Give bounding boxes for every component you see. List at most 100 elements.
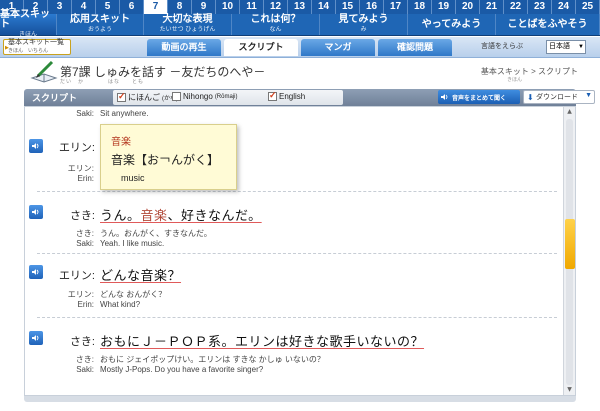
kana-line: おもに ジェイポップけい。エリンは すきな かしゅ いないの？ xyxy=(100,355,325,364)
lesson-number-14[interactable]: 14 xyxy=(312,0,336,14)
highlighted-word[interactable]: 音楽 xyxy=(141,209,168,224)
lesson-number-8[interactable]: 8 xyxy=(168,0,192,14)
line-audio-button[interactable] xyxy=(29,265,43,279)
skit-list-button[interactable]: ▶ 基本スキット一覧 きほん いちらん xyxy=(3,39,71,55)
scroll-up-icon[interactable]: ▲ xyxy=(564,107,575,117)
play-all-audio-label: 音声をまとめて聞く xyxy=(452,95,507,102)
category-tab-3[interactable]: これは何？ なん xyxy=(232,14,320,35)
lesson-number-13[interactable]: 13 xyxy=(288,0,312,14)
english-speaker: Erin: xyxy=(77,174,94,183)
lesson-number-9[interactable]: 9 xyxy=(192,0,216,14)
lesson-number-7[interactable]: 7 xyxy=(144,0,168,14)
speaker-icon xyxy=(32,143,39,149)
content-footer xyxy=(24,396,576,402)
speaker-name: さき: xyxy=(69,210,95,222)
category-tab-1[interactable]: 応用スキット おうよう xyxy=(57,14,144,35)
scroll-down-icon[interactable]: ▼ xyxy=(564,385,575,395)
lesson-number-6[interactable]: 6 xyxy=(120,0,144,14)
line-audio-button[interactable] xyxy=(29,331,43,345)
lesson-number-25[interactable]: 25 xyxy=(576,0,600,14)
language-label: 言語をえらぶ xyxy=(481,43,523,50)
english-line: Sit anywhere. xyxy=(100,109,149,118)
download-icon: ⬇ xyxy=(527,93,534,102)
japanese-text: 、好きなんだ。 xyxy=(167,209,262,224)
notebook-pencil-icon xyxy=(30,60,58,83)
breadcrumb: 基本スキット > スクリプト xyxy=(480,67,578,76)
japanese-text: うん。 xyxy=(100,209,141,224)
category-ruby: み xyxy=(360,26,367,33)
checkbox-kana[interactable]: にほんご (かな) xyxy=(117,91,178,103)
category-ruby: おうよう xyxy=(87,26,112,33)
category-tab-0[interactable]: 基本スキット きほん xyxy=(0,9,57,38)
script-label: スクリプト xyxy=(32,93,78,103)
category-tabs: 基本スキット きほん 応用スキット おうよう 大切な表現 たいせつ ひょうげん これは何？な… xyxy=(0,9,600,38)
lesson-number-19[interactable]: 19 xyxy=(432,0,456,14)
category-label: これは何？ xyxy=(250,13,301,25)
category-tab-6[interactable]: ことばをふやそう xyxy=(496,14,600,35)
lesson-number-12[interactable]: 12 xyxy=(264,0,288,14)
vertical-scrollbar[interactable]: ▲ ▼ xyxy=(563,107,575,395)
english-line: Yeah. I like music. xyxy=(100,239,165,248)
english-speaker: Saki: xyxy=(76,365,94,374)
lesson-number-16[interactable]: 16 xyxy=(360,0,384,14)
category-label: 基本スキット xyxy=(0,8,50,30)
divider xyxy=(37,191,557,192)
english-line: Mostly J-Pops. Do you have a favorite si… xyxy=(100,365,264,374)
line-audio-button[interactable] xyxy=(29,139,43,153)
english-line: What kind? xyxy=(100,300,141,309)
lesson-number-10[interactable]: 10 xyxy=(216,0,240,14)
lesson-number-23[interactable]: 23 xyxy=(528,0,552,14)
lesson-number-17[interactable]: 17 xyxy=(384,0,408,14)
tab-script[interactable]: スクリプト xyxy=(224,39,298,56)
tab-quiz[interactable]: 確認問題 xyxy=(378,39,452,56)
category-tab-5[interactable]: やってみよう xyxy=(408,14,496,35)
checkbox-english-box[interactable] xyxy=(268,90,277,101)
checkbox-romaji[interactable]: Nihongo (Rōmaji) xyxy=(172,92,237,101)
speaker-name: エリン: xyxy=(58,270,95,282)
language-value: 日本語 xyxy=(549,43,570,50)
tab-manga[interactable]: マンガ xyxy=(301,39,375,56)
category-label: やってみよう xyxy=(421,18,482,30)
word-tooltip: 音楽 音楽【お￢んがく】 music xyxy=(100,124,237,190)
checkbox-english[interactable]: English xyxy=(268,90,305,101)
speaker-name: さき: xyxy=(69,336,95,348)
download-button[interactable]: ⬇ ダウンロード ▼ xyxy=(523,90,595,104)
kana-speaker: エリン: xyxy=(67,290,94,299)
language-select[interactable]: 日本語 ▼ xyxy=(546,40,586,54)
play-all-audio-button[interactable]: 音声をまとめて聞く xyxy=(438,90,520,104)
app-window: 1 2 3 4 5 6 7 8 9 10 11 12 13 14 15 16 17 18 19 20 21 22 23 24 2… xyxy=(0,0,600,411)
breadcrumb-ruby: きほん xyxy=(506,77,522,83)
lesson-number-20[interactable]: 20 xyxy=(456,0,480,14)
category-tab-4[interactable]: 見てみようみ xyxy=(320,14,408,35)
lesson-number-22[interactable]: 22 xyxy=(504,0,528,14)
lesson-number-bar: 1 2 3 4 5 6 7 8 9 10 11 12 13 14 15 16 17 18 19 20 21 22 23 24 2… xyxy=(0,0,600,14)
lesson-number-11[interactable]: 11 xyxy=(240,0,264,14)
scroll-thumb[interactable] xyxy=(565,219,575,269)
lesson-number-4[interactable]: 4 xyxy=(72,0,96,14)
japanese-line: どんな音楽？ xyxy=(100,269,182,284)
line-audio-button[interactable] xyxy=(29,205,43,219)
skit-list-ruby: きほん いちらん xyxy=(8,48,49,54)
tab-video[interactable]: 動画の再生 xyxy=(147,39,221,56)
triangle-icon: ▶ xyxy=(5,45,9,51)
category-tab-2[interactable]: 大切な表現 たいせつ ひょうげん xyxy=(144,14,232,35)
tooltip-reading: 音楽【お￢んがく】 xyxy=(111,153,220,167)
checkbox-romaji-box[interactable] xyxy=(172,92,181,101)
japanese-line: うん。音楽、好きなんだ。 xyxy=(100,205,262,224)
speaker-icon xyxy=(32,269,39,275)
category-label: 見てみよう xyxy=(338,13,389,25)
checkbox-kana-box[interactable] xyxy=(117,91,126,102)
chevron-down-icon: ▼ xyxy=(585,92,592,99)
kana-speaker: エリン: xyxy=(67,164,94,173)
script-toolbar: スクリプト にほんご (かな) Nihongo (Rōmaji) English… xyxy=(24,89,595,106)
download-label: ダウンロード xyxy=(536,94,578,101)
tooltip-word: 音楽 xyxy=(111,137,131,148)
lesson-number-24[interactable]: 24 xyxy=(552,0,576,14)
lesson-number-15[interactable]: 15 xyxy=(336,0,360,14)
checkbox-romaji-sub: (Rōmaji) xyxy=(214,93,238,100)
lesson-number-5[interactable]: 5 xyxy=(96,0,120,14)
category-ruby: なん xyxy=(269,26,282,33)
speaker-name: エリン: xyxy=(58,142,95,154)
lesson-number-21[interactable]: 21 xyxy=(480,0,504,14)
lesson-number-18[interactable]: 18 xyxy=(408,0,432,14)
